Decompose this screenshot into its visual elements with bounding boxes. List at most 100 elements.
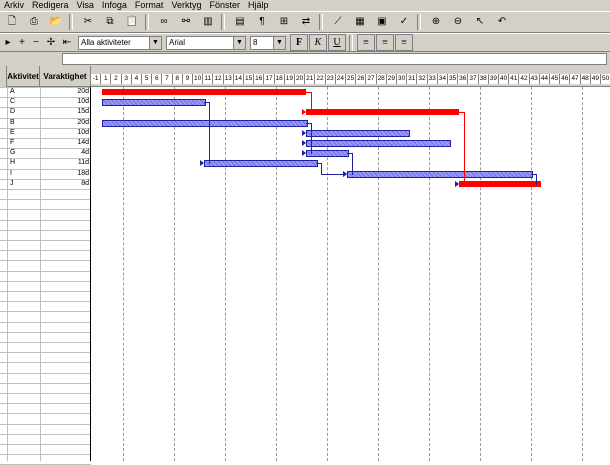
bold-label: F bbox=[295, 37, 303, 48]
filter-dropdown[interactable]: Alla aktiviteter ▼ bbox=[78, 35, 162, 50]
gantt-bar-d[interactable] bbox=[306, 109, 460, 116]
menu-item[interactable]: Format bbox=[131, 0, 168, 11]
duration-cell[interactable]: 4d bbox=[40, 148, 89, 158]
dependency-link bbox=[204, 102, 211, 165]
font-size-value: 8 bbox=[253, 37, 258, 47]
zoom-in-icon[interactable]: ⊕ bbox=[426, 13, 446, 31]
gantt-view: Aktivitet Varaktighet -1 1 2 3 4 5 6 7 8 9 10 11 12 1… bbox=[0, 66, 610, 465]
activity-cell[interactable]: H bbox=[10, 158, 15, 168]
entry-input[interactable] bbox=[62, 53, 607, 65]
filter-icon[interactable]: ⇤ bbox=[60, 34, 74, 52]
gantt-bar-j[interactable] bbox=[459, 180, 541, 187]
undo-icon[interactable]: ↶ bbox=[492, 13, 512, 31]
gantt-bar-a[interactable] bbox=[102, 89, 307, 95]
calendar-icon[interactable]: ▣ bbox=[372, 13, 392, 31]
zoom-out-icon[interactable]: ⊖ bbox=[448, 13, 468, 31]
duration-cell[interactable]: 14d bbox=[40, 138, 89, 148]
font-dropdown-value: Arial bbox=[169, 37, 186, 47]
select-all-corner[interactable] bbox=[0, 66, 7, 87]
align-center-icon[interactable]: ≡ bbox=[376, 34, 394, 51]
goto-task-icon[interactable]: ⇄ bbox=[296, 13, 316, 31]
activity-cell[interactable]: F bbox=[10, 138, 14, 148]
gantt-bar-h[interactable] bbox=[204, 160, 319, 168]
duration-cell[interactable]: 10d bbox=[40, 97, 89, 107]
duration-cell[interactable]: 8d bbox=[40, 179, 89, 189]
spelling-icon[interactable]: ✓ bbox=[394, 13, 414, 31]
toolbar-separator bbox=[221, 14, 225, 30]
align-right-icon[interactable]: ≡ bbox=[395, 34, 413, 51]
dependency-link bbox=[306, 92, 313, 114]
chart-wizard-icon[interactable]: ⟋ bbox=[328, 13, 348, 31]
font-dropdown[interactable]: Arial ▼ bbox=[166, 35, 246, 50]
column-header-duration[interactable]: Varaktighet bbox=[40, 66, 91, 87]
timescale-day: 30 bbox=[397, 74, 408, 84]
gantt-bar-g[interactable] bbox=[306, 150, 349, 158]
row-gridline bbox=[0, 291, 91, 292]
assign-resources-icon[interactable]: ⊞ bbox=[274, 13, 294, 31]
italic-label: K bbox=[314, 37, 322, 48]
duration-cell[interactable]: 10d bbox=[40, 128, 89, 138]
dependency-link bbox=[459, 112, 466, 185]
split-task-icon[interactable]: ▥ bbox=[198, 13, 218, 31]
row-gridline bbox=[0, 311, 91, 313]
help-icon[interactable]: ↖ bbox=[470, 13, 490, 31]
paste-icon[interactable]: 📋 bbox=[122, 13, 142, 31]
link-tasks-icon[interactable]: ∞ bbox=[154, 13, 174, 31]
chevron-down-icon[interactable]: ▼ bbox=[233, 36, 245, 49]
duration-cell[interactable]: 18d bbox=[40, 169, 89, 179]
collapse-icon[interactable]: − bbox=[30, 34, 42, 52]
activity-cell[interactable]: G bbox=[10, 148, 15, 158]
cut-icon[interactable]: ✂ bbox=[78, 13, 98, 31]
gantt-bar-i[interactable] bbox=[347, 170, 533, 178]
indent-icon[interactable]: ▸ bbox=[2, 34, 14, 52]
activity-cell[interactable]: A bbox=[10, 87, 15, 97]
gantt-bar-f[interactable] bbox=[306, 140, 451, 147]
underline-button[interactable]: U bbox=[328, 34, 346, 51]
font-size-dropdown[interactable]: 8 ▼ bbox=[250, 35, 286, 50]
timescale-day: 13 bbox=[223, 74, 234, 84]
duration-cell[interactable]: 20d bbox=[40, 118, 89, 128]
chevron-down-icon[interactable]: ▼ bbox=[149, 36, 161, 49]
duration-cell[interactable]: 15d bbox=[40, 107, 89, 117]
task-info-icon[interactable]: ▤ bbox=[230, 13, 250, 31]
italic-button[interactable]: K bbox=[309, 34, 327, 51]
bold-button[interactable]: F bbox=[290, 34, 308, 51]
gantt-bar-c[interactable] bbox=[102, 99, 207, 107]
duration-cell[interactable]: 11d bbox=[40, 158, 89, 168]
duration-cell[interactable]: 20d bbox=[40, 87, 89, 97]
timescale-day: 50 bbox=[601, 74, 610, 84]
expand-icon[interactable]: + bbox=[16, 34, 28, 52]
table-icon[interactable]: ▦ bbox=[350, 13, 370, 31]
column-header-activity[interactable]: Aktivitet bbox=[7, 66, 40, 87]
print-icon[interactable]: ⎙ bbox=[24, 13, 44, 31]
align-left-icon[interactable]: ≡ bbox=[357, 34, 375, 51]
new-file-icon[interactable]: 🗋 bbox=[2, 13, 22, 31]
row-gridline bbox=[0, 423, 91, 425]
activity-cell[interactable]: E bbox=[10, 128, 15, 138]
chevron-down-icon[interactable]: ▼ bbox=[273, 36, 285, 49]
open-folder-icon[interactable]: 📂 bbox=[46, 13, 66, 31]
activity-cell[interactable]: B bbox=[10, 118, 15, 128]
gantt-bar-e[interactable] bbox=[306, 129, 411, 137]
notes-icon[interactable]: ¶ bbox=[252, 13, 272, 31]
row-gridline bbox=[0, 219, 91, 221]
activity-cell[interactable]: C bbox=[10, 97, 15, 107]
timescale-day: 19 bbox=[284, 74, 295, 84]
timescale-day: 28 bbox=[376, 74, 387, 84]
menu-item[interactable]: Hjälp bbox=[244, 0, 273, 11]
activity-cell[interactable]: J bbox=[10, 179, 14, 189]
unlink-tasks-icon[interactable]: ⚯ bbox=[176, 13, 196, 31]
week-gridline bbox=[276, 87, 278, 461]
timescale-day: 25 bbox=[346, 74, 357, 84]
activity-cell[interactable]: D bbox=[10, 107, 15, 117]
menu-item[interactable]: Fönster bbox=[205, 0, 244, 11]
menu-item[interactable]: Visa bbox=[73, 0, 98, 11]
menu-item[interactable]: Verktyg bbox=[167, 0, 205, 11]
menu-item[interactable]: Redigera bbox=[28, 0, 73, 11]
show-subtasks-icon[interactable]: ✢ bbox=[44, 34, 58, 52]
menu-item[interactable]: Arkiv bbox=[0, 0, 28, 11]
timescale-day: 23 bbox=[325, 74, 336, 84]
activity-cell[interactable]: I bbox=[10, 169, 12, 179]
menu-item[interactable]: Infoga bbox=[98, 0, 131, 11]
copy-icon[interactable]: ⧉ bbox=[100, 13, 120, 31]
